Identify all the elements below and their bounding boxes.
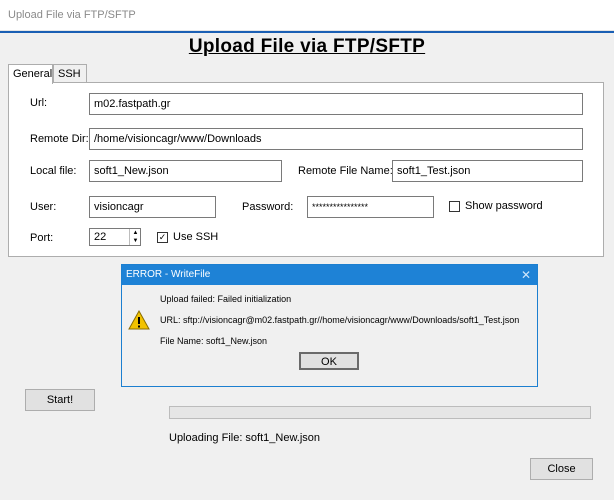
window-title: Upload File via FTP/SFTP [8, 9, 136, 21]
dialog-title: ERROR - WriteFile [126, 269, 211, 280]
warning-icon [128, 310, 150, 330]
remote-file-name-input[interactable]: soft1_Test.json [392, 160, 583, 182]
url-input[interactable]: m02.fastpath.gr [89, 93, 583, 115]
upload-progress-bar [169, 406, 591, 419]
page-heading: Upload File via FTP/SFTP [188, 36, 426, 57]
remote-dir-label: Remote Dir: [30, 133, 89, 145]
ok-button[interactable]: OK [299, 352, 359, 370]
dialog-message-line1: Upload failed: Failed initialization [160, 294, 292, 304]
port-value: 22 [94, 231, 107, 243]
dialog-close-icon[interactable]: ✕ [521, 268, 531, 282]
dialog-message-filename: File Name: soft1_New.json [160, 336, 268, 346]
spin-up-icon[interactable]: ▲ [130, 229, 141, 237]
use-ssh-checkbox[interactable]: ✓ [157, 232, 168, 243]
port-spinner[interactable]: ▲ ▼ [129, 229, 141, 245]
local-file-input[interactable]: soft1_New.json [89, 160, 282, 182]
error-dialog: ERROR - WriteFile ✕ Upload failed: Faile… [121, 264, 538, 387]
local-file-label: Local file: [30, 165, 77, 177]
show-password-label: Show password [465, 200, 543, 212]
start-button[interactable]: Start! [25, 389, 95, 411]
user-input[interactable]: visioncagr [89, 196, 216, 218]
password-input[interactable]: **************** [307, 196, 434, 218]
user-label: User: [30, 201, 57, 213]
show-password-checkbox[interactable] [449, 201, 460, 212]
dialog-body: Upload failed: Failed initialization URL… [122, 285, 537, 386]
remote-dir-input[interactable]: /home/visioncagr/www/Downloads [89, 128, 583, 150]
close-button[interactable]: Close [530, 458, 593, 480]
dialog-message-url: URL: sftp://visioncagr@m02.fastpath.gr//… [160, 315, 520, 325]
port-label: Port: [30, 232, 54, 244]
window-titlebar[interactable]: Upload File via FTP/SFTP [0, 0, 614, 31]
tab-ssh[interactable]: SSH [53, 64, 87, 82]
url-label: Url: [30, 97, 48, 109]
password-label: Password: [242, 201, 294, 213]
status-text: Uploading File: soft1_New.json [169, 432, 321, 444]
tab-general[interactable]: General [8, 64, 53, 84]
dialog-titlebar[interactable]: ERROR - WriteFile [122, 265, 537, 285]
use-ssh-label: Use SSH [173, 231, 219, 243]
spin-down-icon[interactable]: ▼ [130, 237, 141, 245]
remote-file-name-label: Remote File Name: [298, 165, 393, 177]
